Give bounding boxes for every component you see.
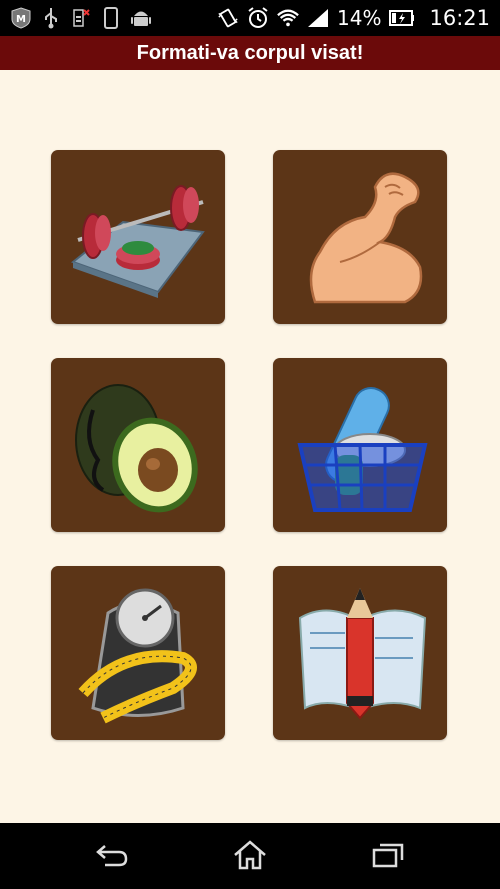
supplements-basket-icon <box>297 387 428 512</box>
back-button[interactable] <box>92 837 132 873</box>
status-bar: M 14% 16:21 <box>0 0 500 36</box>
android-icon <box>130 7 152 29</box>
home-icon <box>234 840 266 870</box>
navigation-bar <box>0 823 500 889</box>
tile-supplements[interactable] <box>273 358 447 532</box>
status-icons-left: M <box>10 4 152 32</box>
flexed-arm-icon <box>309 172 423 304</box>
usb-icon <box>40 7 62 29</box>
status-icons-right: 14% 16:21 <box>217 4 490 32</box>
signal-icon <box>307 7 329 29</box>
recent-apps-button[interactable] <box>368 837 408 873</box>
avocado-icon <box>75 384 198 513</box>
battery-percent: 14% <box>337 6 382 30</box>
wifi-icon <box>277 7 299 29</box>
tile-nutrition[interactable] <box>51 358 225 532</box>
recent-apps-icon <box>372 843 404 868</box>
sim-icon <box>70 7 92 29</box>
vibrate-icon <box>217 7 239 29</box>
battery-icon <box>389 7 415 29</box>
scale-tape-measure-icon <box>78 588 197 724</box>
clock: 16:21 <box>429 6 490 30</box>
tile-plans[interactable] <box>273 566 447 740</box>
back-icon <box>96 845 128 867</box>
svg-text:M: M <box>16 14 26 25</box>
tile-muscles[interactable] <box>273 150 447 324</box>
phone-icon <box>100 7 122 29</box>
alarm-icon <box>247 7 269 29</box>
app-title: Formati-va corpul visat! <box>136 41 364 64</box>
barbell-icon <box>70 185 205 298</box>
home-button[interactable] <box>230 837 270 873</box>
pencil-blueprint-icon <box>298 588 427 720</box>
title-bar: Formati-va corpul visat! <box>0 36 500 70</box>
mcafee-icon: M <box>10 7 32 29</box>
tile-exercises[interactable] <box>51 150 225 324</box>
tile-weight[interactable] <box>51 566 225 740</box>
